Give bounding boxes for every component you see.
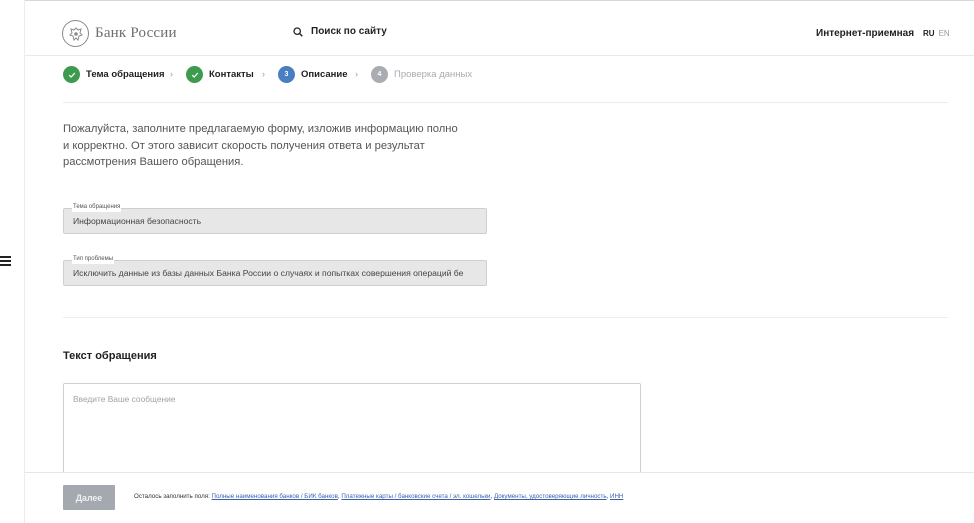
step-number: 4 xyxy=(371,66,388,83)
step-contacts[interactable]: Контакты xyxy=(186,66,254,83)
intro-line: рассмотрения Вашего обращения. xyxy=(63,156,244,168)
topic-field: Тема обращения Информационная безопаснос… xyxy=(63,203,487,234)
step-review: 4 Проверка данных xyxy=(371,66,472,83)
message-input[interactable] xyxy=(63,383,641,483)
step-label: Контакты xyxy=(209,69,254,80)
chevron-right-icon: › xyxy=(170,69,173,79)
field-value: Информационная безопасность xyxy=(73,216,202,226)
remaining-link-documents[interactable]: Документы, удостоверяющие личность xyxy=(494,493,607,500)
field-value: Исключить данные из базы данных Банка Ро… xyxy=(73,268,464,278)
site-header: Банк России Поиск по сайту Интернет-прие… xyxy=(25,1,974,56)
internet-reception-link[interactable]: Интернет-приемная xyxy=(816,28,914,39)
step-label: Тема обращения xyxy=(86,69,165,80)
step-label: Описание xyxy=(301,69,348,80)
bank-logo[interactable]: Банк России xyxy=(62,20,177,47)
logo-text: Банк России xyxy=(95,25,177,41)
remaining-fields: Осталось заполнить поля: Полные наименов… xyxy=(134,493,624,500)
intro-line: Пожалуйста, заполните предлагаемую форму… xyxy=(63,123,458,135)
intro-text: Пожалуйста, заполните предлагаемую форму… xyxy=(63,121,493,171)
divider xyxy=(63,102,948,103)
remaining-prefix: Осталось заполнить поля: xyxy=(134,493,212,500)
remaining-link-inn[interactable]: ИНН xyxy=(610,493,623,500)
problem-type-field: Тип проблемы Исключить данные из базы да… xyxy=(63,255,487,286)
step-number: 3 xyxy=(278,66,295,83)
step-description: 3 Описание xyxy=(278,66,348,83)
step-label: Проверка данных xyxy=(394,69,473,80)
chevron-right-icon: › xyxy=(355,69,358,79)
check-icon xyxy=(186,66,203,83)
remaining-link-cards[interactable]: Платежные карты / банковские счета / эл.… xyxy=(341,493,490,500)
divider xyxy=(63,317,948,318)
message-section-title: Текст обращения xyxy=(63,350,157,362)
intro-line: и корректно. От этого зависит скорость п… xyxy=(63,139,425,152)
search-icon xyxy=(293,26,303,37)
chevron-right-icon: › xyxy=(262,69,265,79)
eagle-emblem-icon xyxy=(62,20,89,47)
check-icon xyxy=(63,66,80,83)
field-label: Тип проблемы xyxy=(72,255,115,264)
left-rail xyxy=(0,0,25,523)
field-label: Тема обращения xyxy=(72,203,122,212)
search-button[interactable]: Поиск по сайту xyxy=(293,26,387,37)
lang-en[interactable]: EN xyxy=(939,29,950,38)
search-label: Поиск по сайту xyxy=(311,26,387,37)
form-footer: Далее Осталось заполнить поля: Полные на… xyxy=(25,472,974,523)
language-switcher: RU EN xyxy=(923,29,950,38)
step-topic[interactable]: Тема обращения xyxy=(63,66,165,83)
menu-icon[interactable] xyxy=(0,255,12,266)
remaining-link-banks[interactable]: Полные наименования банков / БИК банков xyxy=(212,493,338,500)
lang-ru[interactable]: RU xyxy=(923,29,935,38)
next-button[interactable]: Далее xyxy=(63,485,115,510)
